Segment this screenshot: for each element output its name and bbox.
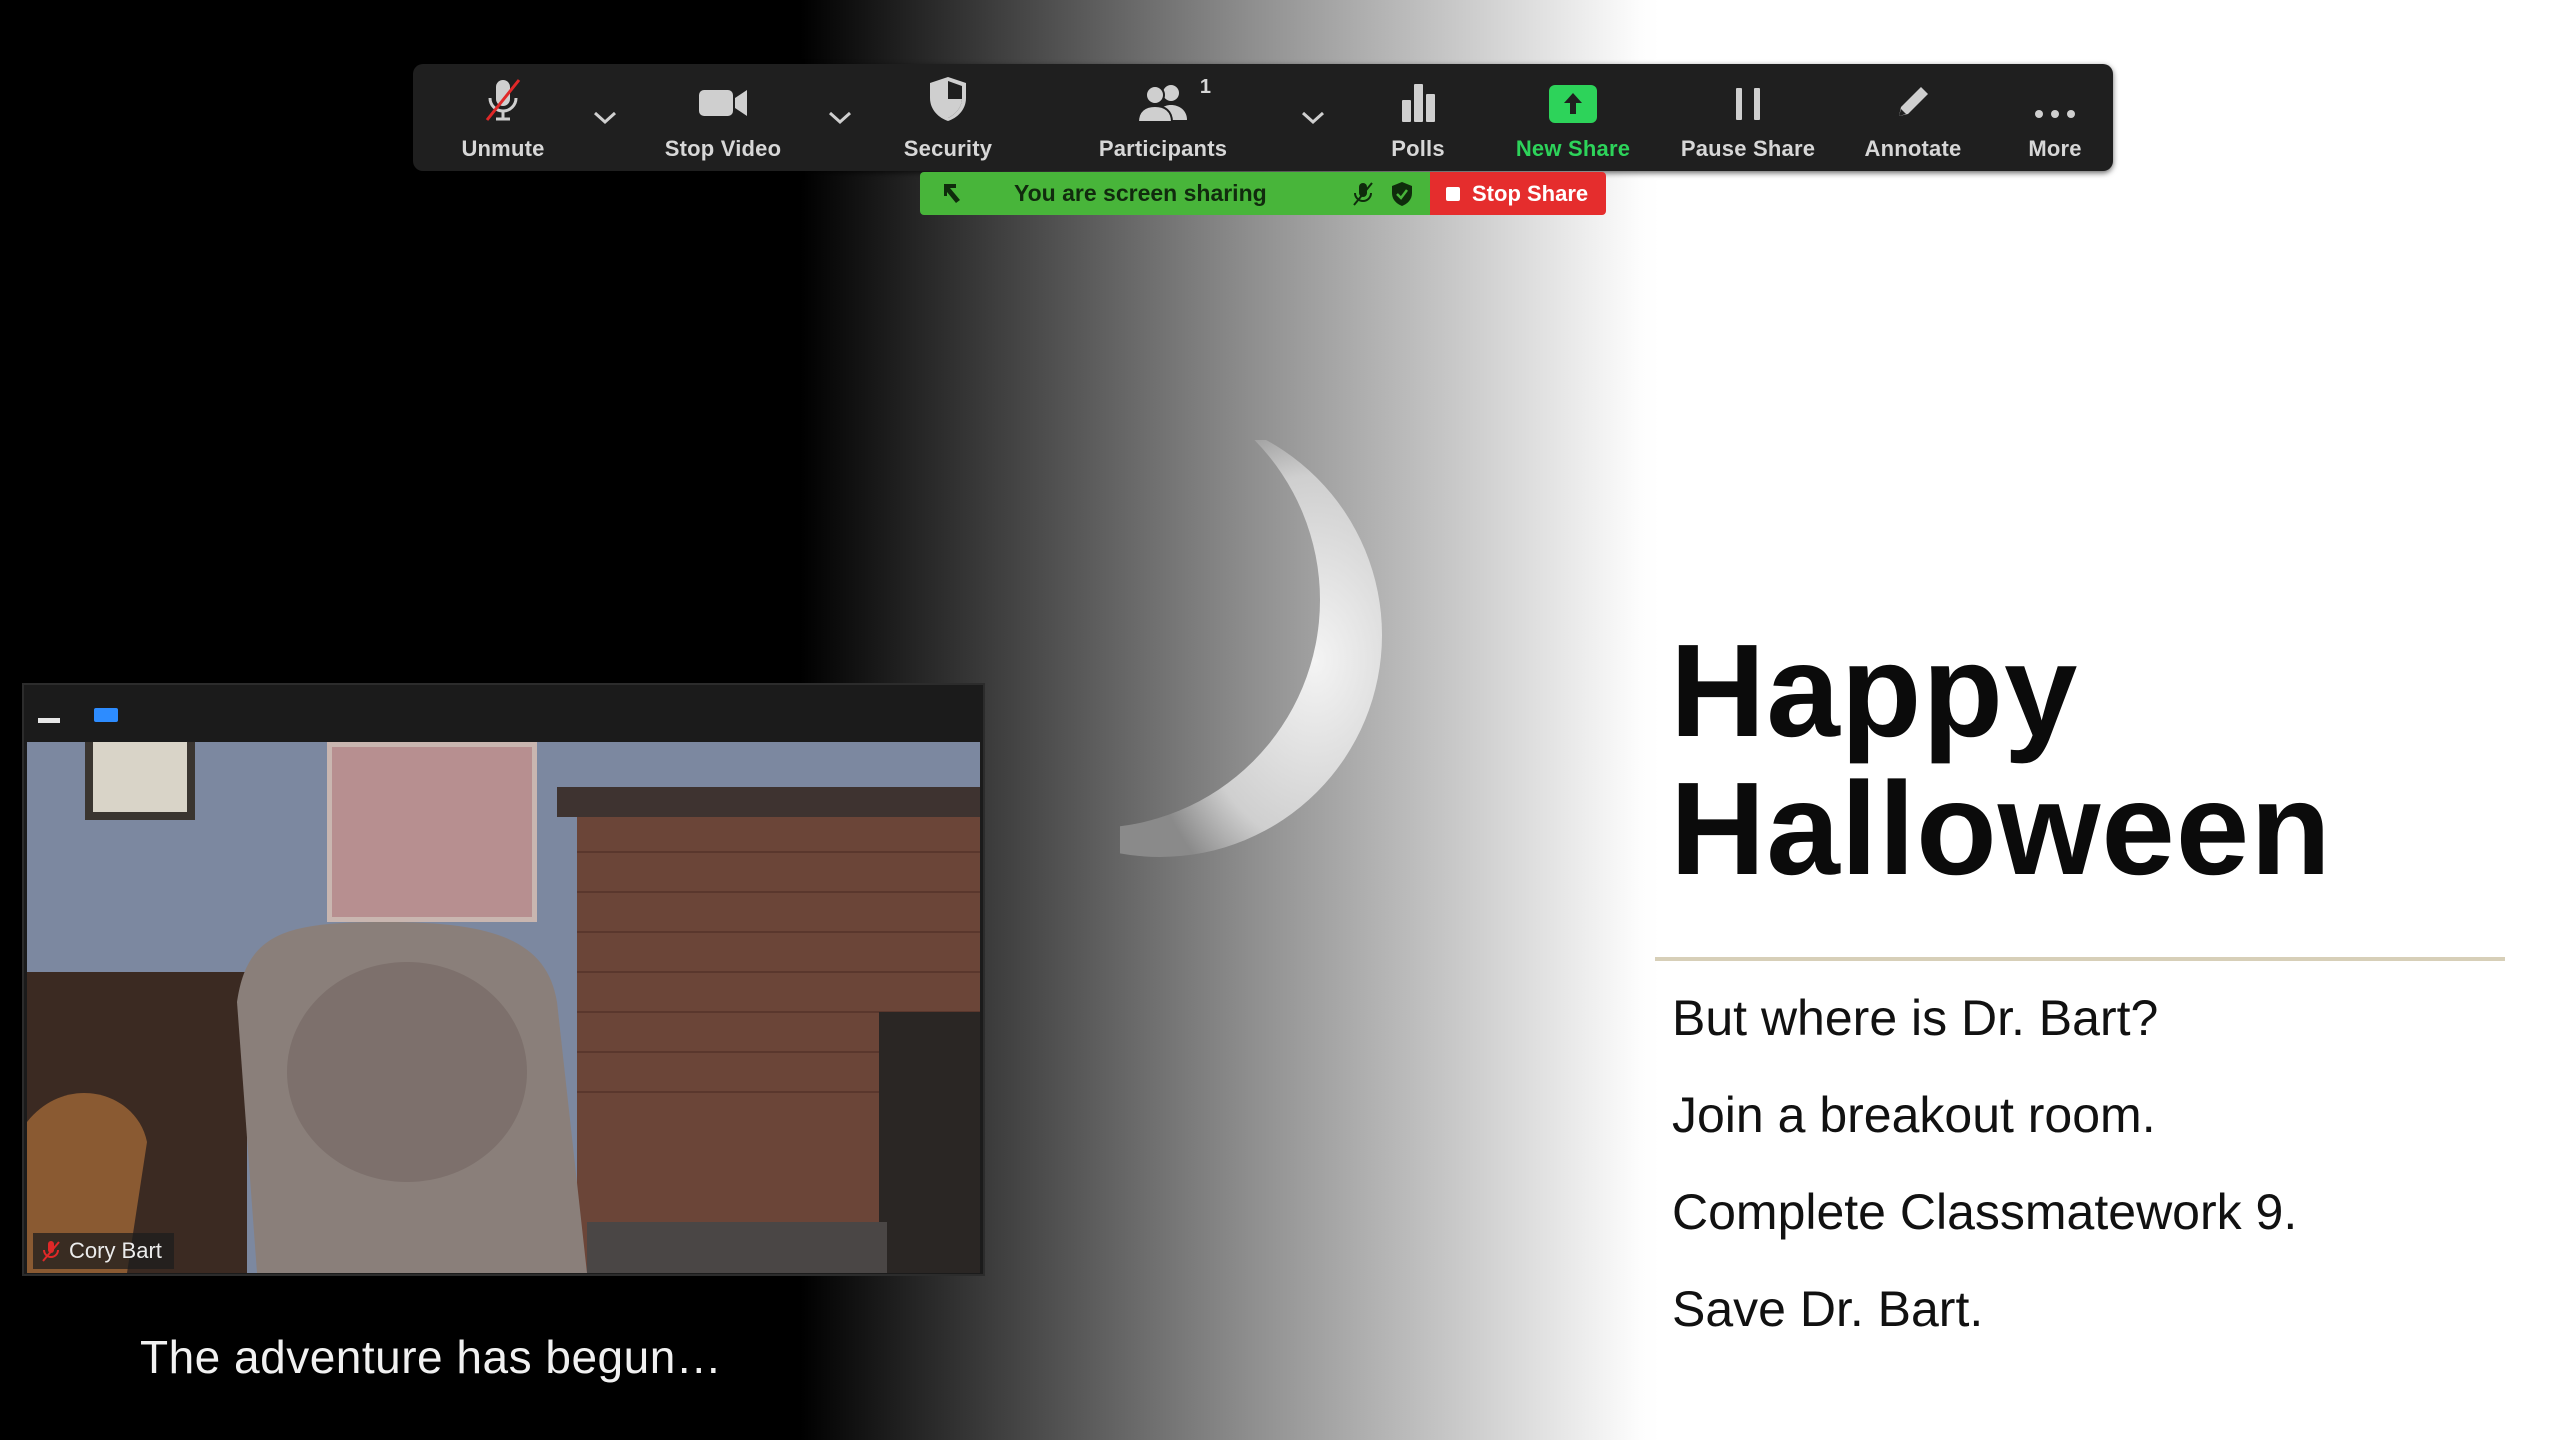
slide-bullet: Join a breakout room. <box>1672 1087 2156 1143</box>
stop-video-label: Stop Video <box>664 136 782 161</box>
annotate-label: Annotate <box>1864 136 1962 161</box>
security-label: Security <box>903 136 993 161</box>
video-camera-icon <box>699 90 747 116</box>
minimize-icon[interactable] <box>38 718 60 723</box>
slide-bullet-list: But where is Dr. Bart? Join a breakout r… <box>1672 970 2297 1358</box>
pause-share-label: Pause Share <box>1680 136 1816 161</box>
drag-handle-icon[interactable] <box>940 180 964 211</box>
title-divider <box>1655 957 2505 961</box>
slide-caption: The adventure has begun… <box>140 1331 723 1383</box>
security-button[interactable]: Security <box>883 64 1013 171</box>
participants-icon <box>1136 85 1187 123</box>
bar-chart-icon <box>1402 84 1435 122</box>
sharing-status-panel[interactable]: You are screen sharing <box>920 172 1430 215</box>
stop-share-label: Stop Share <box>1472 180 1589 206</box>
camera-feed: Cory Bart <box>27 742 980 1273</box>
stop-share-button[interactable]: Stop Share <box>1430 172 1606 215</box>
pencil-icon <box>1899 87 1928 116</box>
shield-check-icon <box>1390 181 1414 212</box>
participant-name: Cory Bart <box>69 1238 162 1263</box>
slide-bullet: Save Dr. Bart. <box>1672 1281 1984 1337</box>
more-button[interactable]: More <box>2005 64 2105 171</box>
participants-label: Participants <box>1098 136 1228 161</box>
new-share-button[interactable]: New Share <box>1503 64 1643 171</box>
participants-button[interactable]: 1 Participants <box>1078 64 1248 171</box>
self-video-panel[interactable]: Cory Bart <box>22 683 985 1276</box>
expand-window-icon[interactable] <box>94 708 118 722</box>
stop-square-icon <box>1446 186 1460 201</box>
shield-icon <box>930 77 966 121</box>
annotate-button[interactable]: Annotate <box>1843 64 1983 171</box>
pause-share-button[interactable]: Pause Share <box>1668 64 1828 171</box>
meeting-toolbar: Unmute Stop Video Security 1 Participant… <box>413 64 2113 171</box>
stop-video-button[interactable]: Stop Video <box>648 64 798 171</box>
new-share-label: New Share <box>1515 136 1631 161</box>
share-up-arrow-icon <box>1549 85 1597 123</box>
ellipsis-icon <box>2035 110 2075 118</box>
participants-options-chevron-icon[interactable] <box>1293 64 1333 171</box>
microphone-muted-icon <box>41 1240 61 1262</box>
sharing-status-text: You are screen sharing <box>1014 180 1267 206</box>
video-options-chevron-icon[interactable] <box>820 64 860 171</box>
participant-name-tag: Cory Bart <box>33 1233 174 1269</box>
slide-bullet: Complete Classmatework 9. <box>1672 1184 2298 1240</box>
polls-button[interactable]: Polls <box>1363 64 1473 171</box>
unmute-button[interactable]: Unmute <box>438 64 568 171</box>
microphone-muted-status-icon <box>1350 181 1376 212</box>
slide-title: Happy Halloween <box>1670 622 2332 898</box>
crescent-moon-image <box>1120 440 1420 880</box>
slide-bullet: But where is Dr. Bart? <box>1672 990 2159 1046</box>
audio-options-chevron-icon[interactable] <box>585 64 625 171</box>
more-label: More <box>2028 136 2082 161</box>
microphone-muted-icon <box>485 79 521 121</box>
camera-feed-image <box>27 742 980 1273</box>
unmute-label: Unmute <box>461 136 545 161</box>
slide-title-line-2: Halloween <box>1670 755 2332 902</box>
screen-sharing-status-bar: You are screen sharing Stop Share <box>920 172 1606 215</box>
participant-count-badge: 1 <box>1199 76 1211 98</box>
video-panel-header[interactable] <box>24 685 983 739</box>
slide-title-line-1: Happy <box>1670 617 2079 764</box>
pause-icon <box>1736 88 1760 120</box>
polls-label: Polls <box>1391 136 1445 161</box>
